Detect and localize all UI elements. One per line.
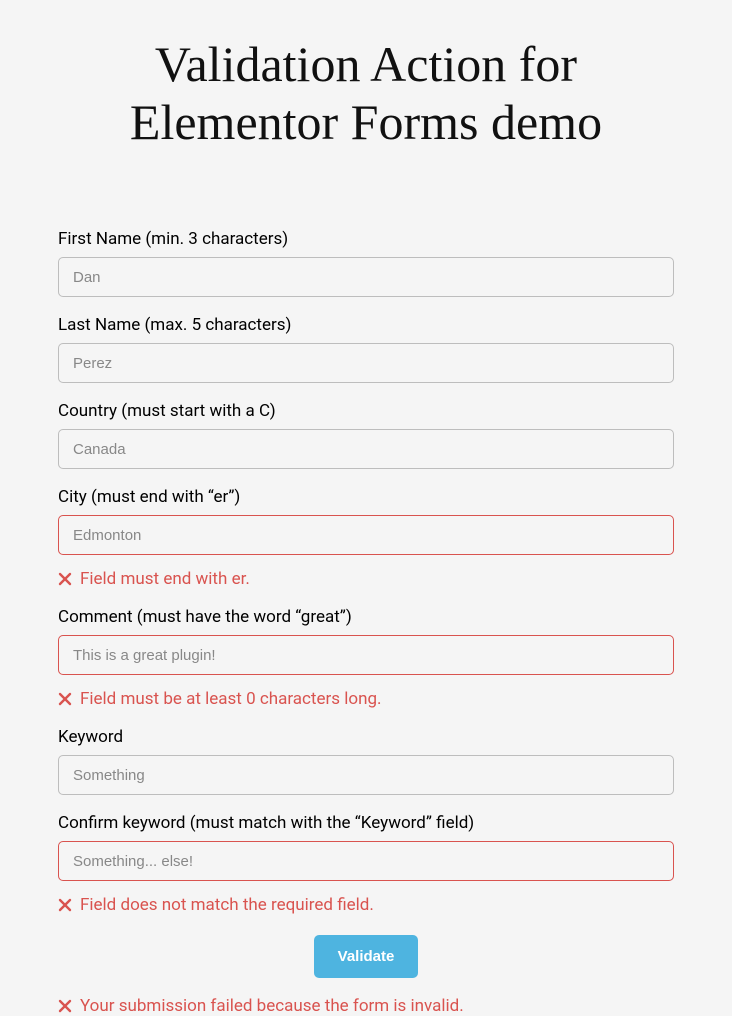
- city-label: City (must end with “er”): [58, 487, 674, 507]
- city-error: Field must end with er.: [58, 569, 674, 589]
- last-name-field: Last Name (max. 5 characters): [58, 315, 674, 383]
- confirm-keyword-input[interactable]: [58, 841, 674, 881]
- form-error: Your submission failed because the form …: [58, 996, 674, 1016]
- x-icon: [58, 572, 72, 586]
- confirm-keyword-error-text: Field does not match the required field.: [80, 895, 374, 915]
- confirm-keyword-label: Confirm keyword (must match with the “Ke…: [58, 813, 674, 833]
- city-field: City (must end with “er”) Field must end…: [58, 487, 674, 589]
- x-icon: [58, 999, 72, 1013]
- form-error-text: Your submission failed because the form …: [80, 996, 464, 1016]
- comment-error: Field must be at least 0 characters long…: [58, 689, 674, 709]
- first-name-label: First Name (min. 3 characters): [58, 229, 674, 249]
- comment-input[interactable]: [58, 635, 674, 675]
- confirm-keyword-field: Confirm keyword (must match with the “Ke…: [58, 813, 674, 915]
- country-field: Country (must start with a C): [58, 401, 674, 469]
- comment-field: Comment (must have the word “great”) Fie…: [58, 607, 674, 709]
- comment-label: Comment (must have the word “great”): [58, 607, 674, 627]
- button-row: Validate: [58, 935, 674, 978]
- city-input[interactable]: [58, 515, 674, 555]
- keyword-field: Keyword: [58, 727, 674, 795]
- country-label: Country (must start with a C): [58, 401, 674, 421]
- last-name-input[interactable]: [58, 343, 674, 383]
- city-error-text: Field must end with er.: [80, 569, 250, 589]
- country-input[interactable]: [58, 429, 674, 469]
- confirm-keyword-error: Field does not match the required field.: [58, 895, 674, 915]
- keyword-input[interactable]: [58, 755, 674, 795]
- page-title: Validation Action for Elementor Forms de…: [58, 36, 674, 151]
- last-name-label: Last Name (max. 5 characters): [58, 315, 674, 335]
- keyword-label: Keyword: [58, 727, 674, 747]
- first-name-field: First Name (min. 3 characters): [58, 229, 674, 297]
- first-name-input[interactable]: [58, 257, 674, 297]
- x-icon: [58, 692, 72, 706]
- validate-button[interactable]: Validate: [314, 935, 419, 978]
- x-icon: [58, 898, 72, 912]
- comment-error-text: Field must be at least 0 characters long…: [80, 689, 382, 709]
